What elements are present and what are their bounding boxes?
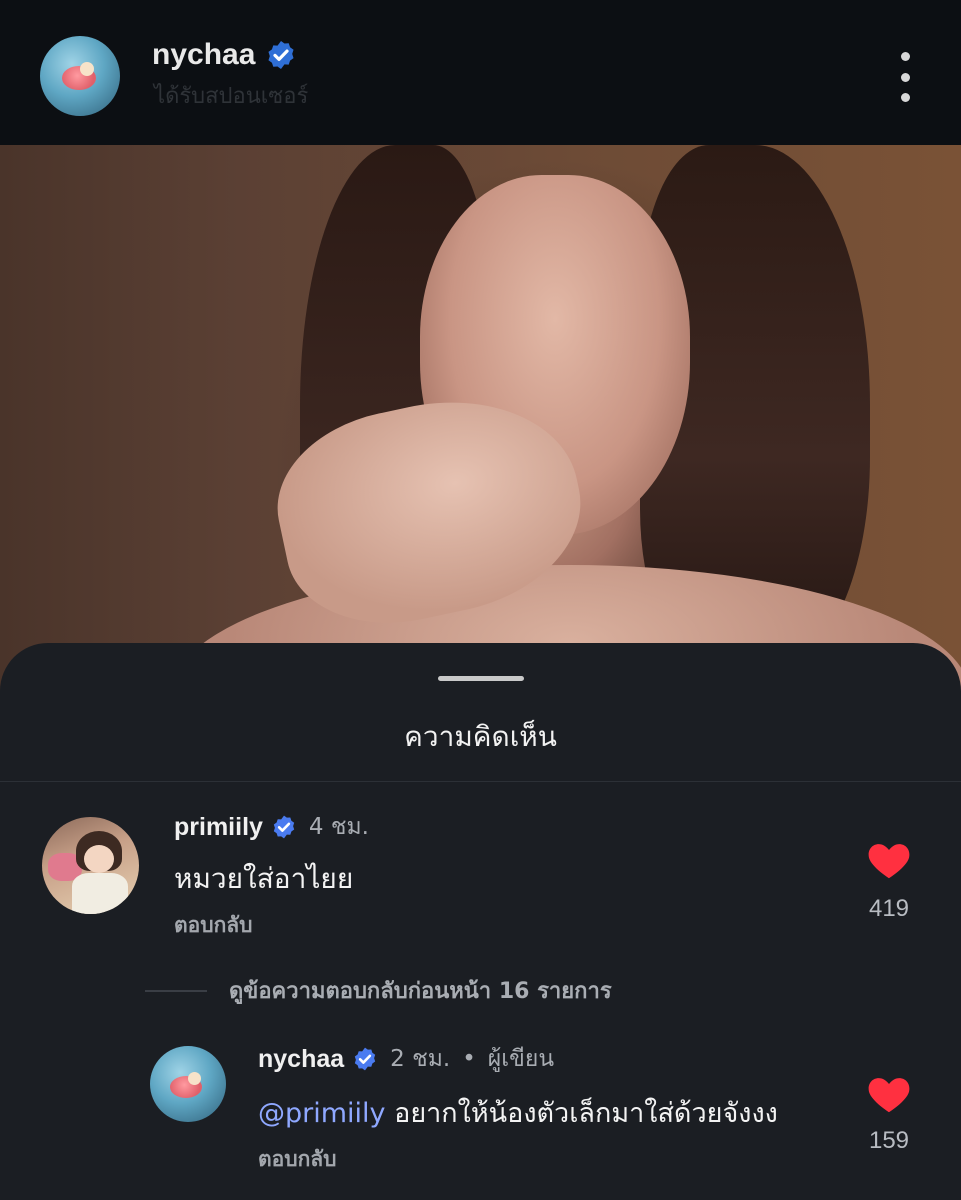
reply-body: อยากให้น้องตัวเล็กมาใส่ด้วยจังงง: [385, 1098, 778, 1129]
reply-button[interactable]: ตอบกลับ: [258, 1143, 337, 1176]
verified-badge-icon: [265, 39, 297, 71]
reply-text: @primiily อยากให้น้องตัวเล็กมาใส่ด้วยจัง…: [258, 1091, 778, 1134]
view-replies-label[interactable]: ดูข้อความตอบกลับก่อนหน้า 16 รายการ: [229, 973, 612, 1008]
author-name-row[interactable]: nychaa: [152, 38, 297, 72]
divider-line: [145, 989, 207, 992]
reply-username[interactable]: nychaa: [258, 1045, 344, 1074]
post-header: nychaa ได้รับสปอนเซอร์: [0, 0, 961, 145]
comments-sheet: ความคิดเห็น primiily 4 ชม. หมวยใส่อาไยย …: [0, 643, 961, 1200]
avatar-art-detail: [188, 1072, 201, 1085]
heart-icon[interactable]: [867, 1074, 911, 1114]
reply-header: nychaa 2 ชม. • ผู้เขียน: [258, 1041, 554, 1077]
commenter-username[interactable]: primiily: [174, 813, 263, 842]
like-count: 419: [868, 895, 910, 922]
verified-badge-icon: [352, 1046, 378, 1072]
verified-badge-icon: [271, 814, 297, 840]
avatar-art-detail: [80, 62, 94, 76]
separator-dot: •: [462, 1046, 476, 1072]
like-count: 159: [868, 1127, 910, 1154]
avatar-art-face: [84, 845, 114, 873]
reply-time: 2 ชม.: [390, 1046, 451, 1072]
author-tag: ผู้เขียน: [487, 1046, 555, 1072]
sponsored-label: ได้รับสปอนเซอร์: [154, 84, 309, 109]
view-previous-replies[interactable]: ดูข้อความตอบกลับก่อนหน้า 16 รายการ: [145, 973, 612, 1008]
comment-header: primiily 4 ชม.: [174, 809, 369, 845]
comment-time: 4 ชม.: [308, 814, 369, 840]
comment-text: หมวยใส่อาไยย: [174, 862, 354, 895]
author-avatar[interactable]: [40, 36, 120, 116]
heart-icon[interactable]: [867, 840, 911, 880]
commenter-avatar[interactable]: [42, 817, 139, 914]
avatar-art-shirt: [72, 873, 128, 914]
mention-link[interactable]: @primiily: [258, 1098, 386, 1129]
reply-button[interactable]: ตอบกลับ: [174, 909, 253, 942]
post-image[interactable]: [0, 145, 961, 705]
author-username[interactable]: nychaa: [152, 38, 255, 72]
sheet-drag-handle[interactable]: [438, 676, 524, 681]
reply-author-avatar[interactable]: [150, 1046, 226, 1122]
divider: [0, 781, 961, 782]
more-options-icon[interactable]: [892, 52, 918, 102]
sheet-title: ความคิดเห็น: [404, 720, 557, 753]
